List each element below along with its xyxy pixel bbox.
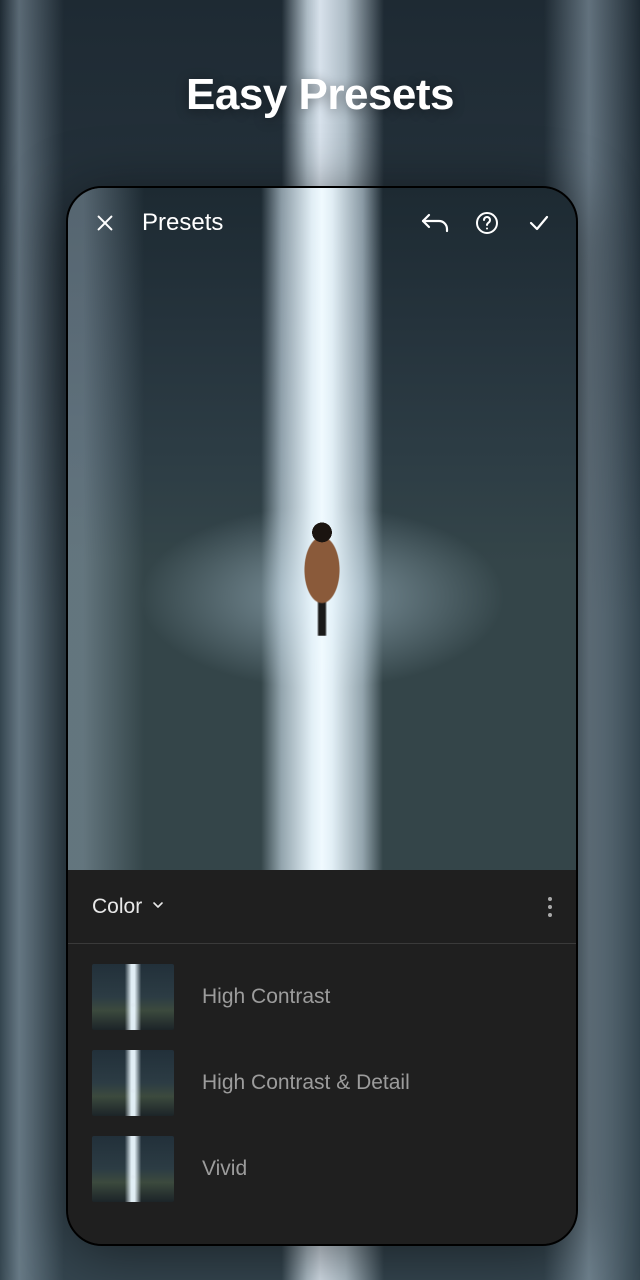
more-icon[interactable] <box>548 897 552 917</box>
photo-preview[interactable]: Presets <box>68 188 576 870</box>
preset-label: High Contrast & Detail <box>202 1071 410 1095</box>
topbar-title: Presets <box>142 209 223 237</box>
preset-thumbnail <box>92 1050 174 1116</box>
preset-thumbnail <box>92 1136 174 1202</box>
close-icon[interactable] <box>88 206 122 240</box>
preset-label: Vivid <box>202 1157 247 1181</box>
preset-vivid[interactable]: Vivid <box>68 1126 576 1212</box>
preset-high-contrast[interactable]: High Contrast <box>68 954 576 1040</box>
confirm-icon[interactable] <box>522 206 556 240</box>
undo-icon[interactable] <box>418 206 452 240</box>
preset-list: High Contrast High Contrast & Detail Viv… <box>68 944 576 1212</box>
category-label: Color <box>92 895 142 919</box>
preset-high-contrast-detail[interactable]: High Contrast & Detail <box>68 1040 576 1126</box>
help-icon[interactable] <box>470 206 504 240</box>
panel-header: Color <box>68 870 576 944</box>
presets-panel: Color High Contrast High Contrast & Deta… <box>68 870 576 1244</box>
preset-label: High Contrast <box>202 985 330 1009</box>
preset-thumbnail <box>92 964 174 1030</box>
category-dropdown[interactable]: Color <box>92 895 166 919</box>
chevron-down-icon <box>150 895 166 919</box>
phone-mockup: Presets Color <box>66 186 578 1246</box>
headline: Easy Presets <box>0 70 640 120</box>
top-bar: Presets <box>68 188 576 258</box>
